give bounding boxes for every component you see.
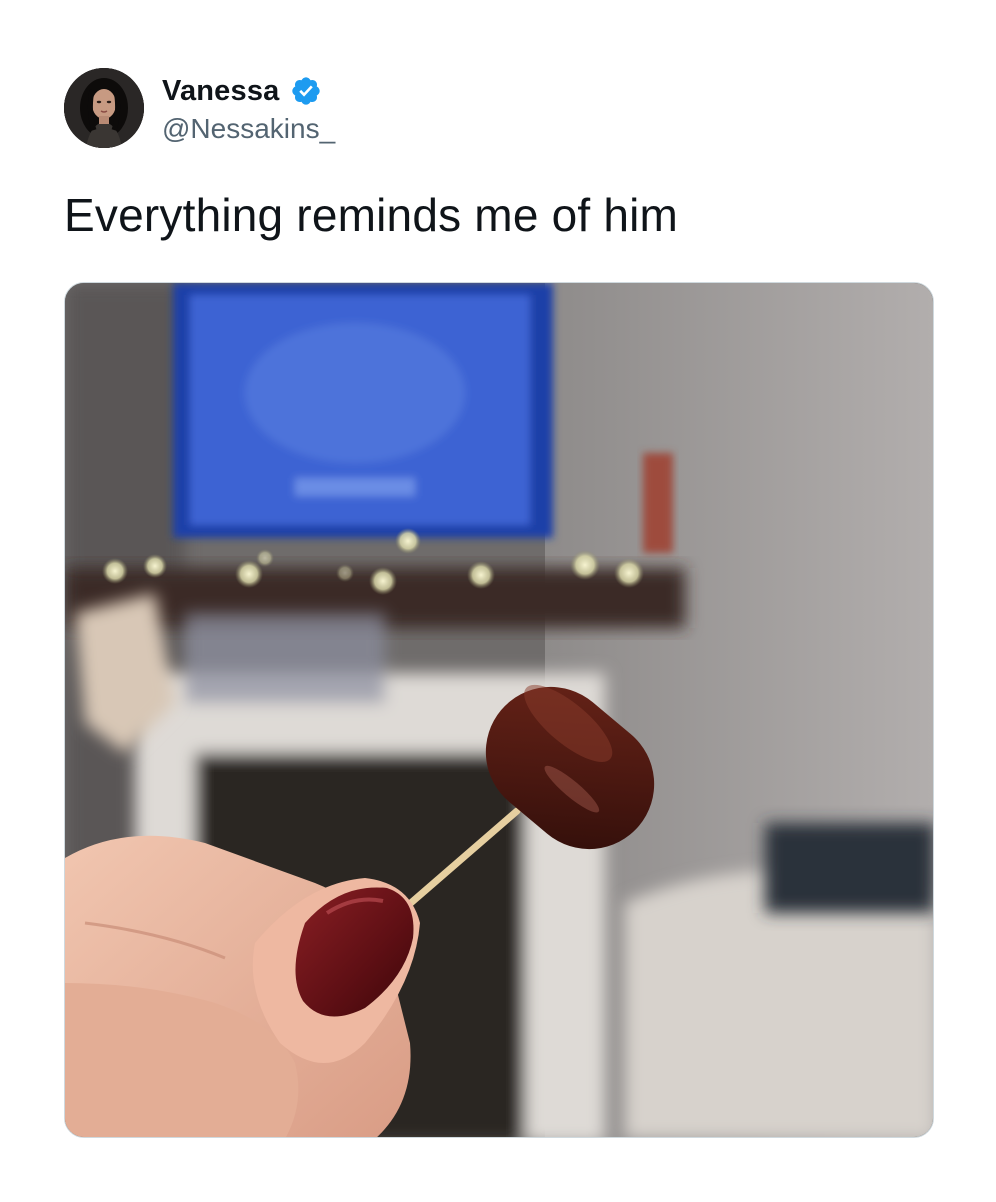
tweet-header: Vanessa @Nessakins_: [64, 68, 335, 148]
author-names: Vanessa @Nessakins_: [162, 71, 335, 145]
tweet-card: Vanessa @Nessakins_ Everything reminds m…: [0, 0, 996, 1202]
tweet-text: Everything reminds me of him: [64, 189, 679, 241]
display-name[interactable]: Vanessa: [162, 75, 280, 108]
photo-illustration: [65, 283, 933, 1137]
user-handle[interactable]: @Nessakins_: [162, 113, 335, 145]
name-row: Vanessa: [162, 71, 335, 111]
verified-badge-icon: [290, 75, 322, 107]
tweet-media-photo[interactable]: [64, 282, 934, 1138]
avatar[interactable]: [64, 68, 144, 148]
